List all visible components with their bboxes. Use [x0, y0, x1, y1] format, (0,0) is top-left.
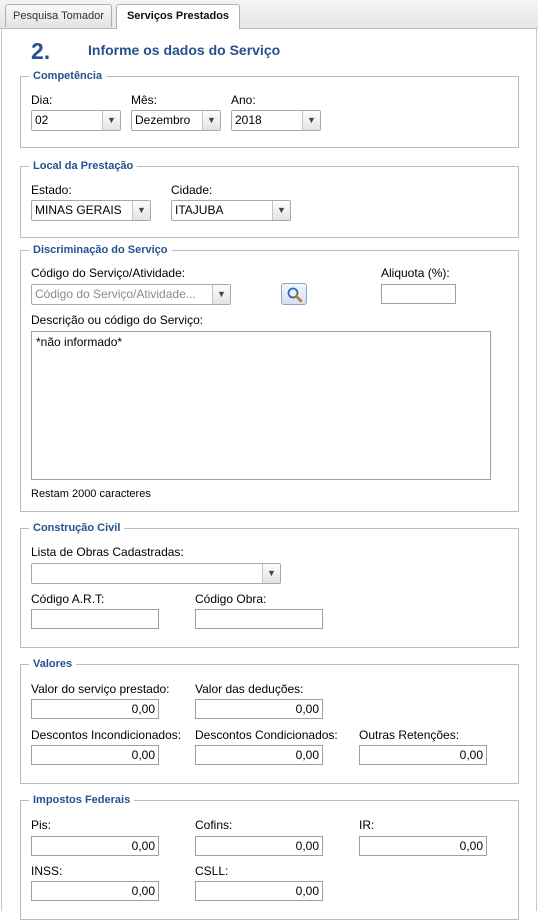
ano-label: Ano:: [231, 93, 256, 107]
valor-servico-input[interactable]: 0,00: [31, 699, 159, 719]
tab-pesquisa-tomador[interactable]: Pesquisa Tomador: [5, 4, 112, 27]
estado-select[interactable]: MINAS GERAIS ▼: [31, 200, 151, 221]
local-legend: Local da Prestação: [29, 159, 138, 173]
mes-label: Mês:: [131, 93, 158, 107]
tab-bar: Pesquisa Tomador Serviços Prestados: [0, 0, 538, 29]
impostos-legend: Impostos Federais: [29, 793, 135, 807]
chevron-down-icon: ▼: [102, 111, 120, 130]
ano-select[interactable]: 2018 ▼: [231, 110, 321, 131]
chevron-down-icon: ▼: [262, 564, 280, 583]
mes-select[interactable]: Dezembro ▼: [131, 110, 221, 131]
tab-servicos-prestados[interactable]: Serviços Prestados: [116, 4, 240, 29]
valor-servico-label: Valor do serviço prestado:: [31, 682, 170, 696]
cidade-value: ITAJUBA: [175, 203, 224, 217]
cidade-label: Cidade:: [171, 183, 213, 197]
estado-label: Estado:: [31, 183, 72, 197]
outras-retencoes-label: Outras Retenções:: [359, 728, 460, 742]
obra-input[interactable]: [195, 609, 323, 629]
valores-legend: Valores: [29, 657, 77, 671]
obras-label: Lista de Obras Cadastradas:: [31, 545, 184, 559]
valor-deducoes-label: Valor das deduções:: [195, 682, 304, 696]
construcao-legend: Construção Civil: [29, 521, 125, 535]
cidade-select[interactable]: ITAJUBA ▼: [171, 200, 291, 221]
descricao-label: Descrição ou código do Serviço:: [31, 313, 204, 327]
csll-label: CSLL:: [195, 864, 229, 878]
page-title: Informe os dados do Serviço: [88, 42, 281, 58]
pis-input[interactable]: 0,00: [31, 836, 159, 856]
chevron-down-icon: ▼: [202, 111, 220, 130]
outras-retencoes-input[interactable]: 0,00: [359, 745, 487, 765]
cofins-input[interactable]: 0,00: [195, 836, 323, 856]
competencia-legend: Competência: [29, 69, 107, 83]
chevron-down-icon: ▼: [272, 201, 290, 220]
art-input[interactable]: [31, 609, 159, 629]
restam-caracteres: Restam 2000 caracteres: [31, 488, 151, 500]
dia-select[interactable]: 02 ▼: [31, 110, 121, 131]
descricao-textarea[interactable]: *não informado*: [31, 331, 491, 480]
aliquota-label: Aliquota (%):: [381, 266, 450, 280]
codigo-servico-select[interactable]: Código do Serviço/Atividade... ▼: [31, 284, 231, 305]
ir-input[interactable]: 0,00: [359, 836, 487, 856]
codigo-servico-label: Código do Serviço/Atividade:: [31, 266, 186, 280]
dia-value: 02: [35, 113, 49, 127]
chevron-down-icon: ▼: [302, 111, 320, 130]
search-button[interactable]: [281, 283, 307, 305]
chevron-down-icon: ▼: [132, 201, 150, 220]
ir-label: IR:: [359, 818, 375, 832]
obras-select[interactable]: ▼: [31, 563, 281, 584]
step-number: 2.: [31, 38, 51, 64]
valor-deducoes-input[interactable]: 0,00: [195, 699, 323, 719]
codigo-servico-placeholder: Código do Serviço/Atividade...: [35, 287, 196, 301]
descontos-incondicionados-label: Descontos Incondicionados:: [31, 728, 182, 742]
dia-label: Dia:: [31, 93, 53, 107]
aliquota-input[interactable]: [381, 284, 456, 304]
impostos-fieldset: Impostos Federais: [20, 793, 519, 920]
descontos-incondicionados-input[interactable]: 0,00: [31, 745, 159, 765]
search-icon: [287, 287, 303, 303]
estado-value: MINAS GERAIS: [35, 203, 122, 217]
inss-label: INSS:: [31, 864, 63, 878]
obra-label: Código Obra:: [195, 592, 267, 606]
ano-value: 2018: [235, 113, 262, 127]
pis-label: Pis:: [31, 818, 52, 832]
inss-input[interactable]: 0,00: [31, 881, 159, 901]
cofins-label: Cofins:: [195, 818, 233, 832]
descontos-condicionados-label: Descontos Condicionados:: [195, 728, 338, 742]
mes-value: Dezembro: [135, 113, 191, 127]
csll-input[interactable]: 0,00: [195, 881, 323, 901]
art-label: Código A.R.T:: [31, 592, 105, 606]
descontos-condicionados-input[interactable]: 0,00: [195, 745, 323, 765]
discriminacao-legend: Discriminação do Serviço: [29, 243, 172, 257]
chevron-down-icon: ▼: [212, 285, 230, 304]
